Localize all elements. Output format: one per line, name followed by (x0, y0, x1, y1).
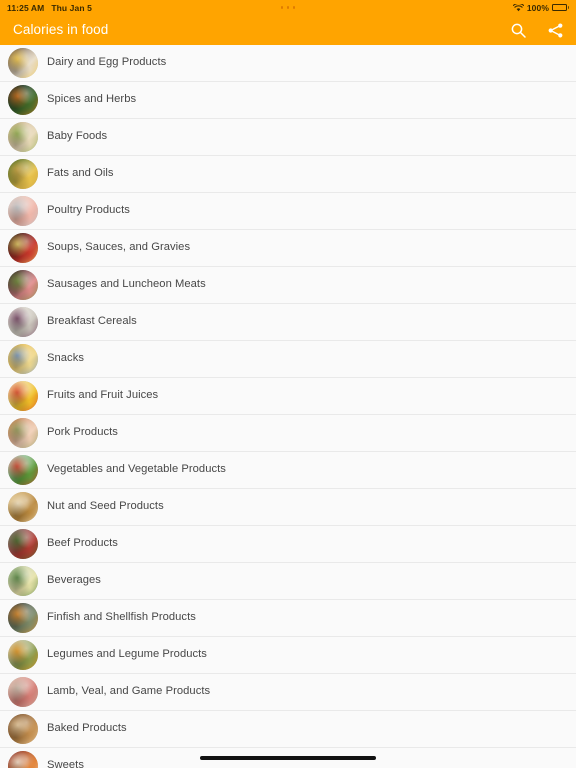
category-thumbnail-image (8, 233, 38, 263)
app-bar-actions (510, 22, 564, 39)
category-thumbnail-image (8, 122, 38, 152)
list-item-label: Dairy and Egg Products (47, 56, 167, 69)
three-dots-icon (280, 6, 296, 9)
category-thumbnail-image (8, 418, 38, 448)
list-item[interactable]: Vegetables and Vegetable Products (0, 452, 576, 489)
list-item-label: Beverages (47, 574, 101, 587)
status-bar-right: 100% (512, 2, 569, 13)
list-item[interactable]: Lamb, Veal, and Game Products (0, 674, 576, 711)
list-item[interactable]: Finfish and Shellfish Products (0, 600, 576, 637)
status-date: Thu Jan 5 (51, 2, 92, 13)
list-item-label: Lamb, Veal, and Game Products (47, 685, 211, 698)
list-item-label: Legumes and Legume Products (47, 648, 207, 661)
category-thumbnail-image (8, 677, 38, 707)
app-bar: Calories in food (0, 15, 576, 45)
app-root: 11:25 AM Thu Jan 5 100% Calories in food (0, 0, 576, 768)
category-thumbnail-image (8, 492, 38, 522)
category-thumbnail-image (8, 751, 38, 768)
list-item[interactable]: Fats and Oils (0, 156, 576, 193)
list-item-label: Fruits and Fruit Juices (47, 389, 159, 402)
list-item[interactable]: Poultry Products (0, 193, 576, 230)
list-item-label: Sweets (47, 759, 84, 768)
share-icon[interactable] (547, 22, 564, 39)
category-list: Dairy and Egg Products Spices and Herbs Ba… (0, 45, 576, 768)
category-thumbnail-image (8, 307, 38, 337)
list-item-label: Poultry Products (47, 204, 130, 217)
battery-percent-label: 100% (526, 2, 549, 13)
list-item-label: Snacks (47, 352, 84, 365)
category-thumbnail-image (8, 566, 38, 596)
list-item[interactable]: Baby Foods (0, 119, 576, 156)
list-item-label: Breakfast Cereals (47, 315, 137, 328)
list-item[interactable]: Beverages (0, 563, 576, 600)
list-item-label: Fats and Oils (47, 167, 114, 180)
status-bar: 11:25 AM Thu Jan 5 100% (0, 0, 576, 15)
category-thumbnail-image (8, 714, 38, 744)
page-title: Calories in food (13, 22, 109, 38)
list-item[interactable]: Pork Products (0, 415, 576, 452)
list-item-label: Soups, Sauces, and Gravies (47, 241, 191, 254)
list-item-label: Beef Products (47, 537, 118, 550)
status-time: 11:25 AM (7, 2, 45, 13)
category-thumbnail-image (8, 640, 38, 670)
search-icon[interactable] (510, 22, 527, 39)
category-thumbnail-image (8, 196, 38, 226)
list-item-label: Sausages and Luncheon Meats (47, 278, 206, 291)
wifi-icon (512, 3, 524, 12)
list-item[interactable]: Spices and Herbs (0, 82, 576, 119)
list-item-label: Baked Products (47, 722, 127, 735)
battery-full-icon (552, 3, 569, 12)
list-item-label: Nut and Seed Products (47, 500, 164, 513)
list-item[interactable]: Legumes and Legume Products (0, 637, 576, 674)
list-item[interactable]: Dairy and Egg Products (0, 45, 576, 82)
category-thumbnail-image (8, 381, 38, 411)
category-thumbnail-image (8, 529, 38, 559)
list-item-label: Spices and Herbs (47, 93, 137, 106)
list-item-label: Pork Products (47, 426, 118, 439)
list-item-label: Baby Foods (47, 130, 108, 143)
category-thumbnail-image (8, 159, 38, 189)
list-item[interactable]: Baked Products (0, 711, 576, 748)
category-thumbnail-image (8, 270, 38, 300)
list-item[interactable]: Beef Products (0, 526, 576, 563)
status-bar-left: 11:25 AM Thu Jan 5 (7, 3, 92, 13)
list-item[interactable]: Sausages and Luncheon Meats (0, 267, 576, 304)
list-item[interactable]: Snacks (0, 341, 576, 378)
category-thumbnail-image (8, 85, 38, 115)
category-thumbnail-image (8, 455, 38, 485)
list-item[interactable]: Nut and Seed Products (0, 489, 576, 526)
list-item-label: Vegetables and Vegetable Products (47, 463, 226, 476)
category-thumbnail-image (8, 344, 38, 374)
category-thumbnail-image (8, 603, 38, 633)
home-indicator[interactable] (200, 756, 376, 760)
list-item[interactable]: Soups, Sauces, and Gravies (0, 230, 576, 267)
list-item[interactable]: Breakfast Cereals (0, 304, 576, 341)
list-item[interactable]: Fruits and Fruit Juices (0, 378, 576, 415)
list-item-label: Finfish and Shellfish Products (47, 611, 196, 624)
category-thumbnail-image (8, 48, 38, 78)
